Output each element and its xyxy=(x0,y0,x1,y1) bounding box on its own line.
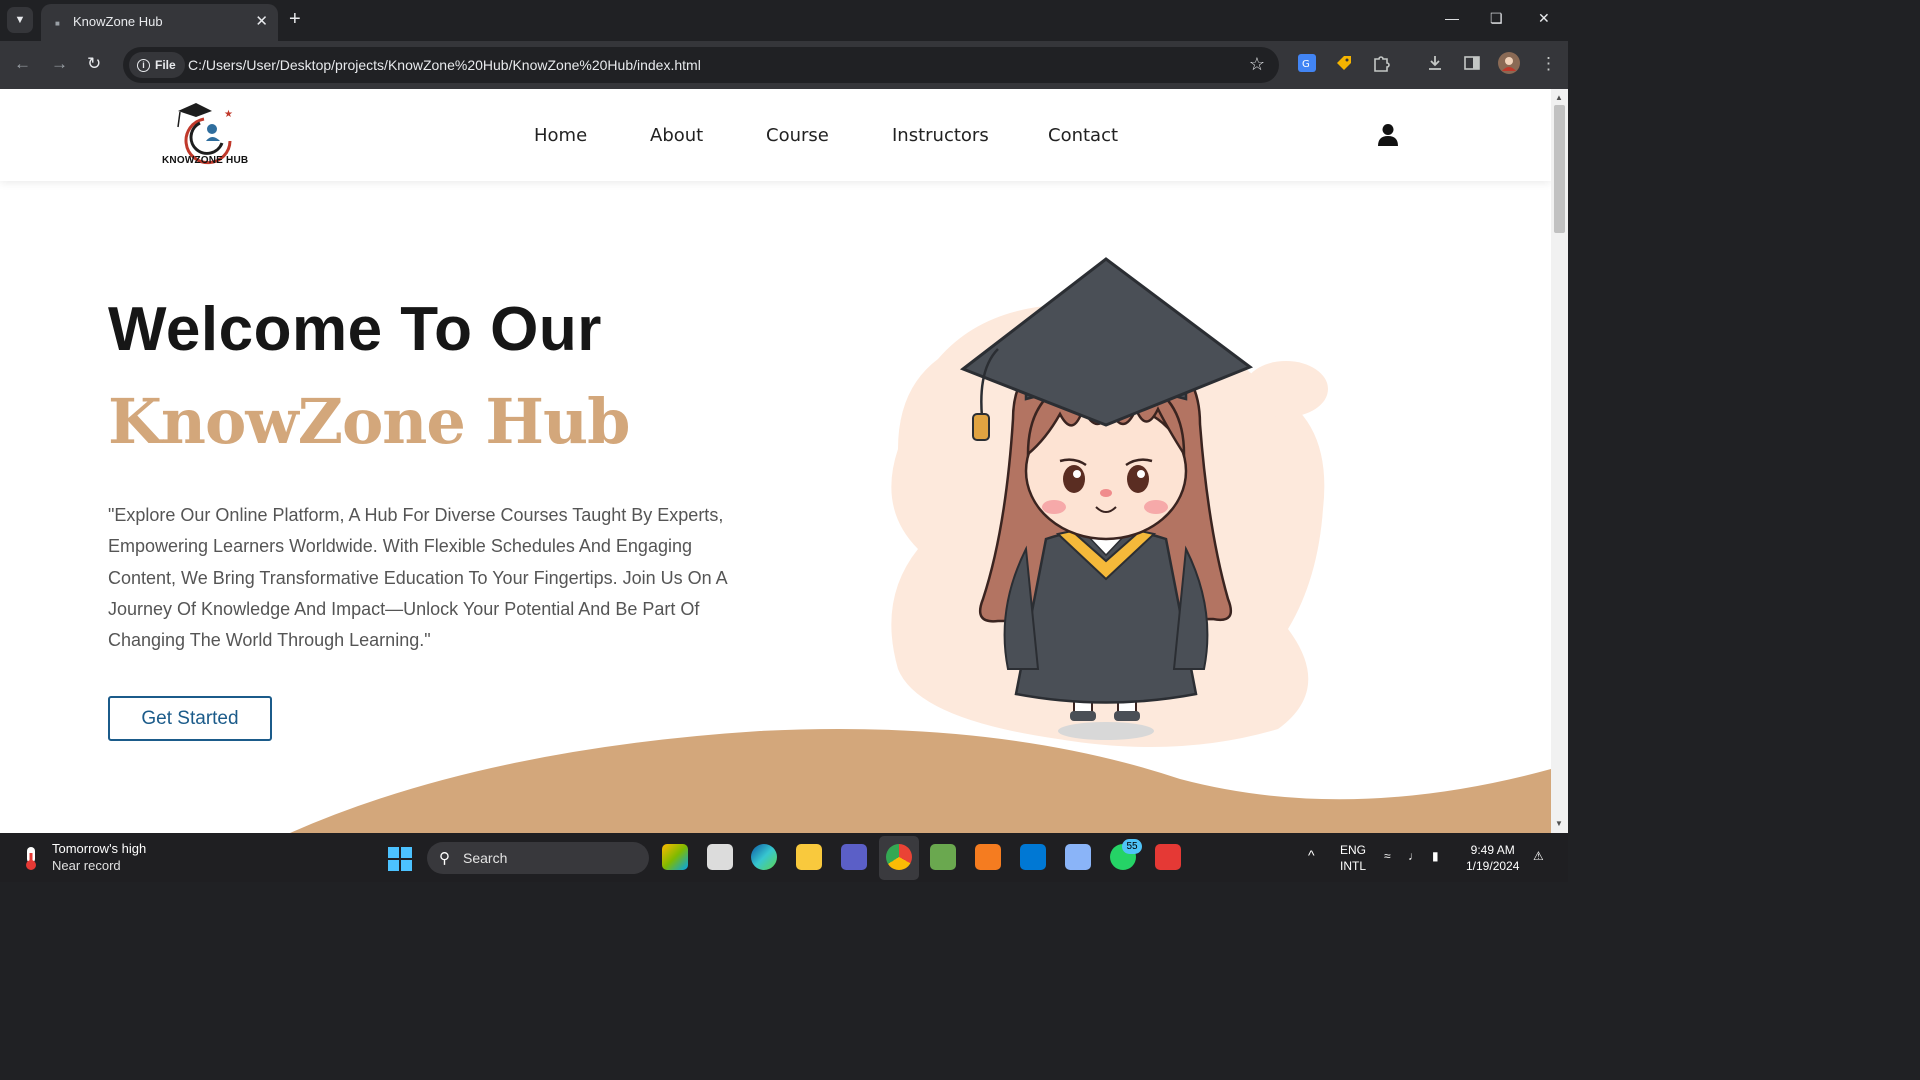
thermometer-weather-icon[interactable] xyxy=(20,845,42,871)
taskbar-search-label: Search xyxy=(463,850,508,866)
nav-about[interactable]: About xyxy=(650,125,703,146)
browser-menu-icon[interactable]: ⋮ xyxy=(1540,54,1557,74)
nav-contact[interactable]: Contact xyxy=(1048,125,1118,146)
site-info-chip[interactable]: i File xyxy=(129,52,185,78)
browser-tab-bar: ▼ ■ KnowZone Hub ✕ + — ❏ ✕ xyxy=(0,0,1568,41)
clock[interactable]: 9:49 AM 1/19/2024 xyxy=(1466,842,1519,874)
info-icon: i xyxy=(137,58,150,72)
windows-start-icon[interactable] xyxy=(388,847,412,871)
reload-icon[interactable]: ↻ xyxy=(87,54,101,74)
taskbar-search-box[interactable]: ⚲ Search xyxy=(427,842,649,874)
edge-browser-icon[interactable] xyxy=(751,844,777,870)
chrome-icon[interactable] xyxy=(886,844,912,870)
search-icon: ⚲ xyxy=(439,850,450,867)
hero-heading-line1: Welcome To Our xyxy=(108,295,602,364)
language-indicator[interactable]: ENG INTL xyxy=(1340,842,1366,874)
scrollbar-thumb[interactable] xyxy=(1554,105,1565,233)
svg-text:G: G xyxy=(1302,59,1310,70)
back-arrow-icon[interactable]: ← xyxy=(14,54,31,74)
notification-bell-icon[interactable]: ⚠ xyxy=(1533,848,1544,864)
task-view-icon[interactable] xyxy=(707,844,733,870)
new-tab-button[interactable]: + xyxy=(289,9,301,29)
url-scheme-label: File xyxy=(155,58,176,72)
tab-title: KnowZone Hub xyxy=(73,14,163,29)
browser-toolbar: ← → ↻ i File C:/Users/User/Desktop/proje… xyxy=(0,41,1568,89)
image-app-icon[interactable] xyxy=(930,844,956,870)
side-panel-icon[interactable] xyxy=(1463,54,1481,77)
svg-text:★: ★ xyxy=(224,109,233,120)
hero-heading-brand: KnowZone Hub xyxy=(108,385,630,458)
anydesk-icon[interactable] xyxy=(1155,844,1181,870)
weather-headline: Tomorrow's high xyxy=(52,841,147,856)
scroll-up-arrow-icon[interactable]: ▲ xyxy=(1555,93,1563,102)
forward-arrow-icon[interactable]: → xyxy=(51,54,68,74)
keyboard-layout: INTL xyxy=(1340,859,1367,873)
nav-home[interactable]: Home xyxy=(534,125,587,146)
show-hidden-icons-chevron-icon[interactable]: ^ xyxy=(1308,847,1315,863)
nav-instructors[interactable]: Instructors xyxy=(892,125,989,146)
extensions-puzzle-icon[interactable] xyxy=(1372,54,1390,77)
restore-icon[interactable]: ❏ xyxy=(1490,10,1503,27)
logo-text: KNOWZONE HUB xyxy=(162,155,249,166)
user-account-icon[interactable] xyxy=(1377,123,1399,147)
page-viewport: ★ KNOWZONE HUB Home About Course Instruc… xyxy=(0,89,1551,833)
bookmark-star-icon[interactable]: ☆ xyxy=(1249,54,1265,75)
copilot-icon[interactable] xyxy=(662,844,688,870)
coupon-extension-icon[interactable] xyxy=(1335,54,1353,77)
virtualbox-icon[interactable] xyxy=(1065,844,1091,870)
decorative-wave xyxy=(290,729,1551,833)
clock-date: 1/19/2024 xyxy=(1466,859,1520,873)
minimize-icon[interactable]: — xyxy=(1445,10,1459,26)
tab-close-icon[interactable]: ✕ xyxy=(255,12,268,30)
page-scrollbar[interactable]: ▲ ▼ xyxy=(1551,89,1568,833)
profile-avatar[interactable] xyxy=(1498,52,1520,79)
browser-tab[interactable]: ■ KnowZone Hub ✕ xyxy=(41,4,278,41)
window-close-icon[interactable]: ✕ xyxy=(1538,10,1550,27)
language-code: ENG xyxy=(1340,843,1367,857)
address-bar[interactable]: i File C:/Users/User/Desktop/projects/Kn… xyxy=(123,47,1279,83)
clock-time: 9:49 AM xyxy=(1470,843,1515,857)
tab-favicon-icon: ■ xyxy=(55,19,60,28)
downloads-icon[interactable] xyxy=(1426,54,1444,77)
windows-taskbar: Tomorrow's high Near record ⚲ Search 55 … xyxy=(0,833,1568,882)
url-text[interactable]: C:/Users/User/Desktop/projects/KnowZone%… xyxy=(188,57,701,73)
site-header: ★ KNOWZONE HUB Home About Course Instruc… xyxy=(0,89,1551,181)
hero-description: "Explore Our Online Platform, A Hub For … xyxy=(108,505,727,651)
teams-icon[interactable] xyxy=(841,844,867,870)
tab-search-button[interactable]: ▼ xyxy=(7,7,33,33)
weather-subline: Near record xyxy=(52,858,121,873)
whatsapp-notification-badge: 55 xyxy=(1122,839,1142,854)
google-translate-icon[interactable]: G xyxy=(1298,54,1316,77)
battery-icon[interactable]: ▮ xyxy=(1432,848,1439,864)
scroll-down-arrow-icon[interactable]: ▼ xyxy=(1555,819,1563,828)
vscode-icon[interactable] xyxy=(1020,844,1046,870)
wifi-icon[interactable]: ≈ xyxy=(1384,848,1391,864)
nav-course[interactable]: Course xyxy=(766,125,829,146)
volume-icon[interactable]: ♩ xyxy=(1408,848,1420,864)
graduate-girl-illustration xyxy=(891,257,1328,747)
xampp-icon[interactable] xyxy=(975,844,1001,870)
file-explorer-icon[interactable] xyxy=(796,844,822,870)
